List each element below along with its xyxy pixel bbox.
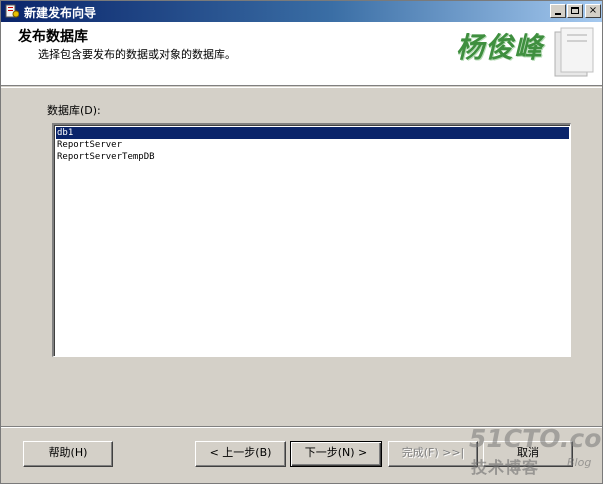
help-button[interactable]: 帮助(H) — [23, 441, 113, 467]
minimize-button[interactable] — [550, 4, 566, 18]
site-watermark: 51CTO.com — [469, 424, 603, 453]
database-list-item[interactable]: ReportServerTempDB — [56, 151, 569, 163]
author-watermark: 杨俊峰 — [456, 31, 544, 64]
page-title: 发布数据库 — [18, 29, 88, 45]
blog-watermark: 技术博客 — [471, 458, 540, 477]
header-divider — [1, 87, 602, 88]
wizard-banner-icon — [554, 27, 594, 77]
back-button[interactable]: < 上一步(B) — [195, 441, 286, 467]
page-subtitle: 选择包含要发布的数据或对象的数据库。 — [38, 48, 236, 61]
database-list-label: 数据库(D): — [47, 104, 101, 117]
minimize-icon — [555, 13, 561, 15]
wizard-header: 发布数据库 选择包含要发布的数据或对象的数据库。 杨俊峰 — [1, 22, 602, 86]
next-button[interactable]: 下一步(N) > — [290, 441, 382, 467]
close-button[interactable]: × — [585, 4, 601, 18]
wizard-window: 新建发布向导 × 发布数据库 选择包含要发布的数据或对象的数据库。 杨俊峰 数据… — [0, 0, 603, 484]
window-title: 新建发布向导 — [24, 6, 97, 20]
close-icon: × — [588, 5, 598, 16]
database-list-item[interactable]: ReportServer — [56, 139, 569, 151]
maximize-icon — [571, 7, 579, 14]
database-listbox[interactable]: db1 ReportServer ReportServerTempDB — [52, 123, 571, 357]
maximize-button[interactable] — [567, 4, 583, 18]
finish-button[interactable]: 完成(F) >>| — [388, 441, 478, 467]
wizard-app-icon — [5, 4, 19, 18]
title-bar[interactable]: 新建发布向导 × — [1, 1, 602, 22]
database-list-item[interactable]: db1 — [56, 127, 569, 139]
blog-en-watermark: Blog — [567, 456, 592, 469]
